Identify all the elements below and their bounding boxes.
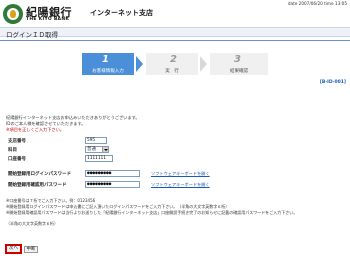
- account-input[interactable]: 1111111: [85, 155, 113, 162]
- step-1: 1 お客様情報入力: [82, 53, 134, 75]
- progress-steps: 1 お客様情報入力 2 実 行 3 結果確認: [82, 53, 268, 75]
- account-label: 口座番号: [8, 157, 26, 162]
- login-password-label: 開始登録用ログインパスワード: [8, 172, 71, 177]
- login-password-keyboard-link[interactable]: ソフトウェアキーボードを開く: [151, 171, 210, 177]
- note-line-3: ※開始登録用確認用パスワードは当行よりお送りした「紀陽銀行インターネット支店」口…: [6, 210, 298, 215]
- intro-text: 紀陽銀行インターネット支店お申込みいただきありがとうございます。 IDのご本人様…: [6, 115, 326, 133]
- step-2-label: 実 行: [165, 69, 179, 74]
- title-rule: [0, 40, 350, 41]
- step-arrow-2-icon: [200, 56, 207, 72]
- bank-name-en: THE KIYO BANK: [26, 17, 70, 22]
- confirm-password-input[interactable]: ●●●●●●●●●: [85, 181, 140, 188]
- cancel-button[interactable]: 中断: [24, 246, 38, 253]
- branch-input[interactable]: 595: [85, 137, 107, 144]
- type-select[interactable]: 普通: [85, 146, 109, 153]
- note-line-4: （半角の大文字英数字６桁）: [6, 221, 58, 226]
- chevron-down-icon: [102, 147, 108, 152]
- note-line-2: ※開始登録用ログインパスワードは申込書にご記入頂いたログインパスワードをご入力下…: [6, 204, 230, 209]
- datetime-label: date 2007/06/20 time 13:05: [287, 1, 347, 6]
- type-label: 科目: [8, 148, 17, 153]
- service-name: インターネット支店: [90, 9, 153, 17]
- step-2: 2 実 行: [146, 53, 198, 75]
- confirm-password-label: 開始登録用確認用パスワード: [8, 183, 67, 188]
- step-3-number: 3: [234, 54, 241, 65]
- branch-label: 支店番号: [8, 139, 26, 144]
- page-title: ログインＩＤ取得: [6, 31, 58, 39]
- intro-line-3: ※項目を正しくご入力下さい。: [6, 127, 64, 132]
- step-1-label: お客様情報入力: [92, 69, 124, 74]
- type-select-value: 普通: [87, 147, 96, 152]
- step-2-number: 2: [170, 54, 177, 65]
- step-3-label: 結果確認: [230, 69, 248, 74]
- step-1-number: 1: [102, 54, 109, 65]
- login-password-input[interactable]: ●●●●●●●●●: [85, 170, 140, 177]
- confirm-password-keyboard-link[interactable]: ソフトウェアキーボードを開く: [151, 182, 210, 188]
- next-button[interactable]: 次へ: [5, 244, 22, 254]
- bank-logo-icon: [3, 4, 23, 24]
- note-line-1: ※口座番号は７桁でご入力下さい。例：0123456: [6, 198, 96, 203]
- step-3: 3 結果確認: [210, 53, 268, 75]
- step-arrow-1-icon: [136, 56, 143, 72]
- screen-id: [B-ID-001]: [319, 80, 346, 85]
